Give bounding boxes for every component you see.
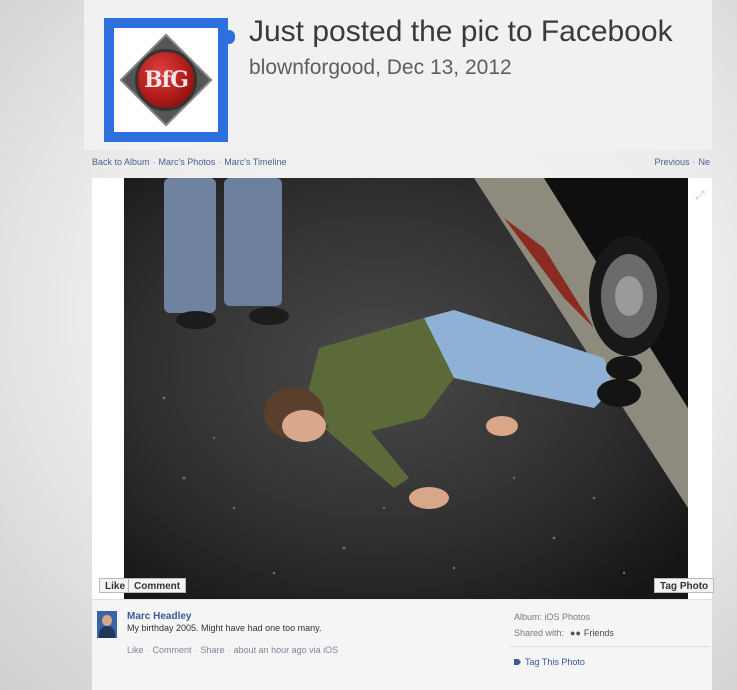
- breadcrumb-separator: ·: [152, 157, 156, 167]
- next-link[interactable]: Ne: [698, 157, 710, 167]
- breadcrumb: Back to Album · Marc's Photos · Marc's Timel…: [92, 157, 287, 167]
- avatar-logo[interactable]: BfG: [104, 18, 235, 142]
- shared-with-label: Shared with:: [514, 628, 565, 638]
- post-title: Just posted the pic to Facebook: [249, 15, 673, 48]
- tag-this-photo-label: Tag This Photo: [525, 657, 585, 667]
- comment-link[interactable]: Comment: [153, 645, 192, 655]
- timestamp-link[interactable]: about an hour ago via iOS: [234, 645, 339, 655]
- back-to-album-link[interactable]: Back to Album: [92, 157, 150, 167]
- avatar-face: [102, 615, 112, 626]
- actions-separator: ·: [194, 645, 198, 655]
- post-byline: blownforgood, Dec 13, 2012: [249, 56, 512, 79]
- friends-icon: ●●: [570, 628, 581, 638]
- actions-separator: ·: [227, 645, 231, 655]
- photo-nav: Back to Album · Marc's Photos · Marc's Timel…: [92, 157, 710, 171]
- comment-photo-button[interactable]: Comment: [128, 578, 187, 593]
- like-photo-button[interactable]: Like: [99, 578, 132, 593]
- like-link[interactable]: Like: [127, 645, 144, 655]
- logo-text: BfG: [144, 67, 189, 93]
- previous-link[interactable]: Previous: [654, 157, 689, 167]
- footer-divider: [510, 646, 710, 647]
- photo-image[interactable]: [124, 178, 688, 599]
- breadcrumb-separator: ·: [218, 157, 222, 167]
- shared-with-value: Friends: [583, 628, 614, 638]
- actions-separator: ·: [146, 645, 150, 655]
- tag-this-photo-link[interactable]: Tag This Photo: [514, 657, 585, 667]
- tag-icon: [514, 659, 521, 665]
- pager-separator: ·: [692, 157, 696, 167]
- logo-circle: BfG: [135, 49, 197, 111]
- shared-with: Shared with: ●● Friends: [514, 628, 614, 638]
- photo-caption: My birthday 2005. Might have had one too…: [127, 623, 322, 633]
- avatar-shirt: [99, 626, 115, 638]
- share-link[interactable]: Share: [201, 645, 225, 655]
- tag-photo-button[interactable]: Tag Photo: [654, 578, 715, 593]
- pager: Previous · Ne: [654, 157, 710, 167]
- author-avatar[interactable]: [97, 611, 117, 638]
- photo-illustration: [124, 178, 688, 599]
- album-info[interactable]: Album: iOS Photos: [514, 612, 590, 622]
- marcs-photos-link[interactable]: Marc's Photos: [159, 157, 216, 167]
- logo-inner: BfG: [114, 28, 218, 132]
- photo-actions: Like · Comment · Share · about an hour ago via…: [127, 645, 338, 655]
- author-name-link[interactable]: Marc Headley: [127, 611, 191, 622]
- expand-icon[interactable]: ⤢: [695, 189, 707, 201]
- marcs-timeline-link[interactable]: Marc's Timeline: [224, 157, 286, 167]
